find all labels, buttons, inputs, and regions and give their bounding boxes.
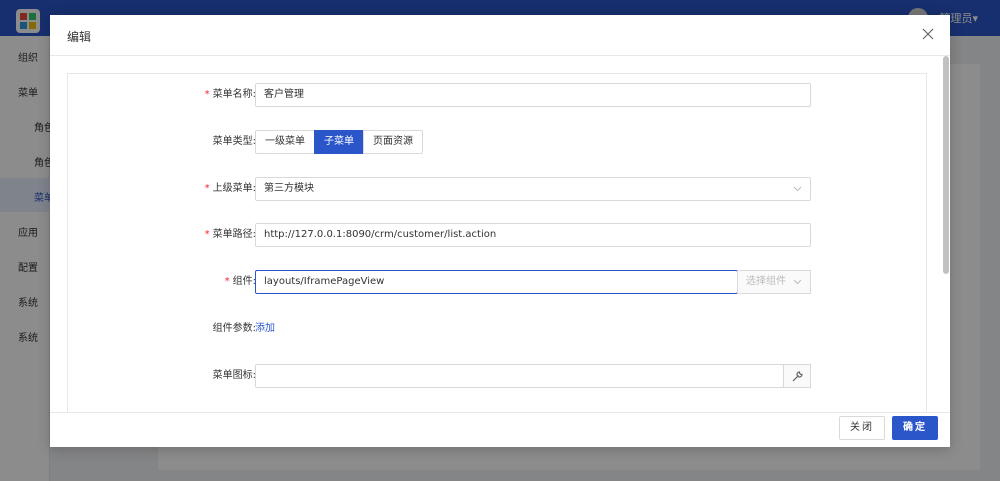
close-icon[interactable] bbox=[918, 24, 938, 44]
add-param-link[interactable]: 添加 bbox=[255, 317, 275, 341]
form-row-menu-path: * 菜单路径: http://127.0.0.1:8090/crm/custome… bbox=[68, 223, 926, 247]
menu-type-label: 菜单类型: bbox=[212, 136, 256, 147]
form-row-component-params: 组件参数: 添加 bbox=[68, 317, 926, 341]
close-button[interactable]: 关闭 bbox=[839, 416, 885, 440]
dialog-header: 编辑 bbox=[50, 15, 950, 56]
dialog-footer: 关闭 确定 bbox=[50, 412, 950, 447]
menu-path-label: * 菜单路径: bbox=[204, 229, 256, 240]
chevron-down-icon bbox=[793, 271, 802, 302]
menu-type-option-page-resource[interactable]: 页面资源 bbox=[363, 130, 423, 154]
component-params-label: 组件参数: bbox=[212, 323, 256, 334]
parent-menu-value: 第三方模块 bbox=[264, 183, 314, 194]
menu-icon-label: 菜单图标: bbox=[212, 370, 256, 381]
component-label: * 组件: bbox=[224, 276, 256, 287]
required-mark: * bbox=[224, 276, 230, 287]
menu-path-input[interactable]: http://127.0.0.1:8090/crm/customer/list.… bbox=[255, 223, 811, 247]
parent-menu-select[interactable]: 第三方模块 bbox=[255, 177, 811, 201]
required-mark: * bbox=[204, 183, 210, 194]
confirm-button[interactable]: 确定 bbox=[892, 416, 938, 440]
wrench-icon[interactable] bbox=[783, 364, 811, 388]
menu-name-label: * 菜单名称: bbox=[204, 89, 256, 100]
edit-menu-dialog: 编辑 * 菜单名称: 客户管理 菜单类型: 一级菜单 子菜单 页面资源 * 上级菜单… bbox=[50, 15, 950, 447]
component-input[interactable]: layouts/IframePageView bbox=[255, 270, 738, 294]
form-row-menu-type: 菜单类型: 一级菜单 子菜单 页面资源 bbox=[68, 130, 926, 154]
chevron-down-icon bbox=[793, 178, 802, 200]
menu-type-radio-group: 一级菜单 子菜单 页面资源 bbox=[255, 130, 423, 154]
required-mark: * bbox=[204, 89, 210, 100]
form-row-component: * 组件: layouts/IframePageView 选择组件 bbox=[68, 270, 926, 294]
parent-menu-label: * 上级菜单: bbox=[204, 183, 256, 194]
form-row-parent-menu: * 上级菜单: 第三方模块 bbox=[68, 177, 926, 201]
menu-type-option-top-level[interactable]: 一级菜单 bbox=[255, 130, 315, 154]
dialog-title: 编辑 bbox=[67, 30, 92, 44]
component-select-button[interactable]: 选择组件 bbox=[737, 270, 811, 294]
menu-name-input[interactable]: 客户管理 bbox=[255, 83, 811, 107]
form-row-menu-name: * 菜单名称: 客户管理 bbox=[68, 83, 926, 107]
form-row-menu-icon: 菜单图标: bbox=[68, 364, 926, 388]
menu-icon-input[interactable] bbox=[255, 364, 784, 388]
component-select-label: 选择组件 bbox=[746, 276, 786, 287]
dialog-scrollbar[interactable] bbox=[943, 56, 949, 274]
required-mark: * bbox=[204, 229, 210, 240]
dialog-form: * 菜单名称: 客户管理 菜单类型: 一级菜单 子菜单 页面资源 * 上级菜单: 第… bbox=[67, 73, 927, 421]
menu-type-option-submenu[interactable]: 子菜单 bbox=[314, 130, 364, 154]
